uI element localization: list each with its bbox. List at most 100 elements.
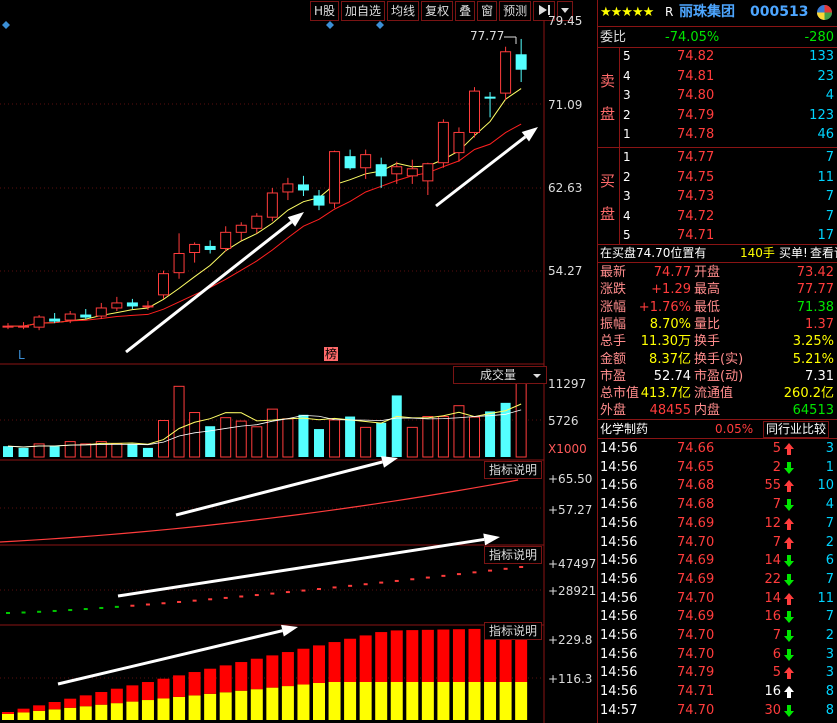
trade-tick-row[interactable]: 14:56 74.69 22 7 xyxy=(597,570,837,589)
trade-tick-row[interactable]: 14:56 74.68 55 10 xyxy=(597,476,837,495)
candle xyxy=(266,187,278,222)
trade-tick-row[interactable]: 14:56 74.68 7 4 xyxy=(597,495,837,514)
stat-row[interactable]: 金额 8.37亿 换手(实) 5.21% xyxy=(597,350,837,369)
indicator-3-bar xyxy=(95,692,108,705)
trade-tick-row[interactable]: 14:56 74.69 16 7 xyxy=(597,607,837,626)
volume-bar xyxy=(360,426,372,458)
bid-level-row[interactable]: 5 74.71 17 xyxy=(597,226,837,245)
trade-tick-row[interactable]: 14:57 74.70 30 8 xyxy=(597,701,837,720)
indicator-3-bar xyxy=(33,710,46,720)
volume-bar xyxy=(469,416,480,458)
ask-level-row[interactable]: 4 74.81 23 xyxy=(597,67,837,86)
stat-label: 涨幅 xyxy=(600,299,627,315)
candle xyxy=(2,323,14,330)
volume-bar xyxy=(298,414,309,457)
trade-tick-row[interactable]: 14:56 74.70 7 2 xyxy=(597,626,837,645)
ask-level-row[interactable]: 2 74.79 123 xyxy=(597,106,837,125)
trade-tick-row[interactable]: 14:56 74.65 2 1 xyxy=(597,458,837,477)
tick-price: 74.70 xyxy=(677,702,715,718)
indicator-help-button[interactable]: 指标说明 xyxy=(484,546,543,564)
sector-name[interactable]: 化学制药 xyxy=(600,420,648,439)
ask-level-row[interactable]: 5 74.82 133 xyxy=(597,47,837,66)
tick-price: 74.70 xyxy=(677,646,715,662)
volume-indicator-select[interactable]: 成交量 xyxy=(453,366,547,384)
candle-body xyxy=(204,245,216,250)
indicator-3-bar xyxy=(484,682,497,720)
indicator-3-bar xyxy=(17,708,30,713)
bid-level-row[interactable]: 4 74.72 7 xyxy=(597,207,837,226)
indicator-2-point xyxy=(37,610,42,613)
tick-time: 14:56 xyxy=(600,553,638,569)
stat-row[interactable]: 振幅 8.70% 量比 1.37 xyxy=(597,315,837,334)
stat-row[interactable]: 最新 74.77 开盘 73.42 xyxy=(597,263,837,282)
stat-row[interactable]: 涨幅 +1.76% 最低 71.38 xyxy=(597,298,837,317)
indicator-3-bar xyxy=(110,703,123,720)
ranking-badge[interactable]: 榜 xyxy=(324,347,339,361)
candlestick-series[interactable] xyxy=(2,38,527,331)
event-markers[interactable] xyxy=(2,21,384,29)
ask-volume: 4 xyxy=(825,88,834,103)
indicator-3-bar xyxy=(126,685,139,702)
stat-label: 流通值 xyxy=(694,386,734,402)
candle xyxy=(251,213,263,234)
candle xyxy=(80,308,92,320)
stat-value: 48455 xyxy=(649,403,691,419)
tick-time: 14:56 xyxy=(600,646,638,662)
ask-level-row[interactable]: 1 74.78 46 xyxy=(597,125,837,144)
weibi-percent: -74.05% xyxy=(665,30,720,45)
trade-tick-row[interactable]: 14:56 74.79 5 3 xyxy=(597,663,837,682)
indicator-2-point xyxy=(99,606,104,609)
stat-row[interactable]: 市盈 52.74 市盈(动) 7.31 xyxy=(597,367,837,386)
tick-count: 3 xyxy=(825,665,834,681)
arrow-down-icon xyxy=(784,648,794,661)
indicator-help-button[interactable]: 指标说明 xyxy=(484,622,543,640)
arrow-down-icon xyxy=(784,461,794,474)
view-detail-link[interactable]: 查看详细 xyxy=(810,244,837,263)
bid-level-row[interactable]: 3 74.73 7 xyxy=(597,187,837,206)
pie-chart-icon[interactable] xyxy=(816,4,833,21)
stat-label: 总市值 xyxy=(600,386,640,402)
candle xyxy=(158,270,169,299)
indicator-3-bar xyxy=(141,700,154,720)
ask-volume: 23 xyxy=(817,68,834,84)
rating-stars[interactable]: ★★★★★ xyxy=(600,3,654,22)
indicator-help-button[interactable]: 指标说明 xyxy=(484,461,543,479)
trade-tick-row[interactable]: 14:56 74.66 5 3 xyxy=(597,439,837,458)
kline-chart[interactable] xyxy=(0,0,597,723)
stat-row[interactable]: 涨跌 +1.29 最高 77.77 xyxy=(597,280,837,299)
volume-bar xyxy=(64,441,76,458)
ask-level-row[interactable]: 3 74.80 4 xyxy=(597,86,837,105)
stat-row[interactable]: 外盘 48455 内盘 64513 xyxy=(597,401,837,420)
indicator-3-bar xyxy=(390,630,403,682)
chevron-down-icon xyxy=(533,374,541,378)
trade-tick-row[interactable]: 14:56 74.71 16 8 xyxy=(597,682,837,701)
weibi-label: 委比 xyxy=(600,30,627,45)
ask-volume: 46 xyxy=(817,127,834,142)
trade-tick-row[interactable]: 14:56 74.69 14 6 xyxy=(597,551,837,570)
stat-label: 最低 xyxy=(694,299,721,315)
indicator-3-bar xyxy=(64,707,77,720)
high-price-label: 77.77 xyxy=(470,29,505,43)
indicator-3-bar xyxy=(157,698,170,720)
tick-price: 74.69 xyxy=(677,515,715,531)
trade-tick-row[interactable]: 14:56 74.70 14 11 xyxy=(597,589,837,608)
trade-tick-row[interactable]: 14:56 74.69 12 7 xyxy=(597,514,837,533)
trade-tick-row[interactable]: 14:56 74.70 7 2 xyxy=(597,533,837,552)
indicator-2-point xyxy=(223,596,228,599)
indicator-2-point xyxy=(68,609,73,612)
stat-row[interactable]: 总手 11.30万 换手 3.25% xyxy=(597,332,837,351)
trend-arrow-head xyxy=(281,624,298,637)
indicator-3-bar xyxy=(250,689,263,720)
candle xyxy=(360,149,372,179)
order-notice-row[interactable]: 在买盘74.70位置有 140手 买单! xyxy=(597,244,837,263)
bid-level-row[interactable]: 2 74.75 11 xyxy=(597,168,837,187)
sector-compare-button[interactable]: 同行业比较 xyxy=(763,421,830,438)
trade-tick-row[interactable]: 14:56 74.70 6 3 xyxy=(597,645,837,664)
indicator-3-bar xyxy=(281,686,294,720)
candle-body xyxy=(2,325,14,328)
stat-row[interactable]: 总市值 413.7亿 流通值 260.2亿 xyxy=(597,384,837,403)
tick-time: 14:56 xyxy=(600,571,638,587)
candle-body xyxy=(173,253,185,274)
bid-level-row[interactable]: 1 74.77 7 xyxy=(597,148,837,167)
indicator-3-bar xyxy=(110,688,123,704)
